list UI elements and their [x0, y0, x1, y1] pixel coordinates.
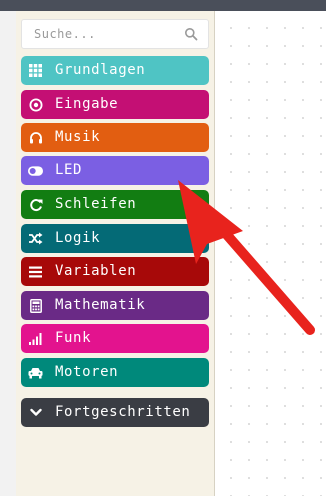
- shuffle-icon: [28, 231, 43, 246]
- calculator-icon: [28, 298, 43, 313]
- car-icon: [28, 365, 43, 380]
- category-label: Fortgeschritten: [55, 404, 191, 420]
- loop-arrow-icon: [28, 197, 43, 212]
- category-label: Musik: [55, 129, 101, 145]
- category-label: Eingabe: [55, 96, 119, 112]
- category-motoren[interactable]: Motoren: [21, 358, 209, 387]
- category-label: Grundlagen: [55, 62, 146, 78]
- category-mathematik[interactable]: Mathematik: [21, 291, 209, 320]
- search-box[interactable]: Suche...: [21, 19, 209, 49]
- workspace-canvas[interactable]: [215, 11, 326, 496]
- category-fortgeschritten[interactable]: Fortgeschritten: [21, 398, 209, 427]
- category-musik[interactable]: Musik: [21, 123, 209, 152]
- search-icon[interactable]: [184, 27, 198, 41]
- top-bar: [0, 0, 326, 11]
- category-label: Mathematik: [55, 297, 146, 313]
- signal-bars-icon: [28, 331, 43, 346]
- chevron-down-icon: [28, 405, 43, 420]
- category-label: Logik: [55, 230, 101, 246]
- category-logik[interactable]: Logik: [21, 224, 209, 253]
- headphones-icon: [28, 130, 43, 145]
- toggle-icon: [28, 163, 43, 178]
- left-gutter: [0, 11, 16, 496]
- category-funk[interactable]: Funk: [21, 324, 209, 353]
- category-grundlagen[interactable]: Grundlagen: [21, 56, 209, 85]
- category-led[interactable]: LED: [21, 156, 209, 185]
- search-input[interactable]: Suche...: [34, 27, 96, 41]
- category-variablen[interactable]: Variablen: [21, 257, 209, 286]
- grid-icon: [28, 63, 43, 78]
- category-label: LED: [55, 162, 83, 178]
- category-label: Schleifen: [55, 196, 137, 212]
- category-label: Variablen: [55, 263, 137, 279]
- category-label: Motoren: [55, 364, 119, 380]
- category-label: Funk: [55, 330, 92, 346]
- category-eingabe[interactable]: Eingabe: [21, 90, 209, 119]
- list-icon: [28, 264, 43, 279]
- category-schleifen[interactable]: Schleifen: [21, 190, 209, 219]
- target-icon: [28, 97, 43, 112]
